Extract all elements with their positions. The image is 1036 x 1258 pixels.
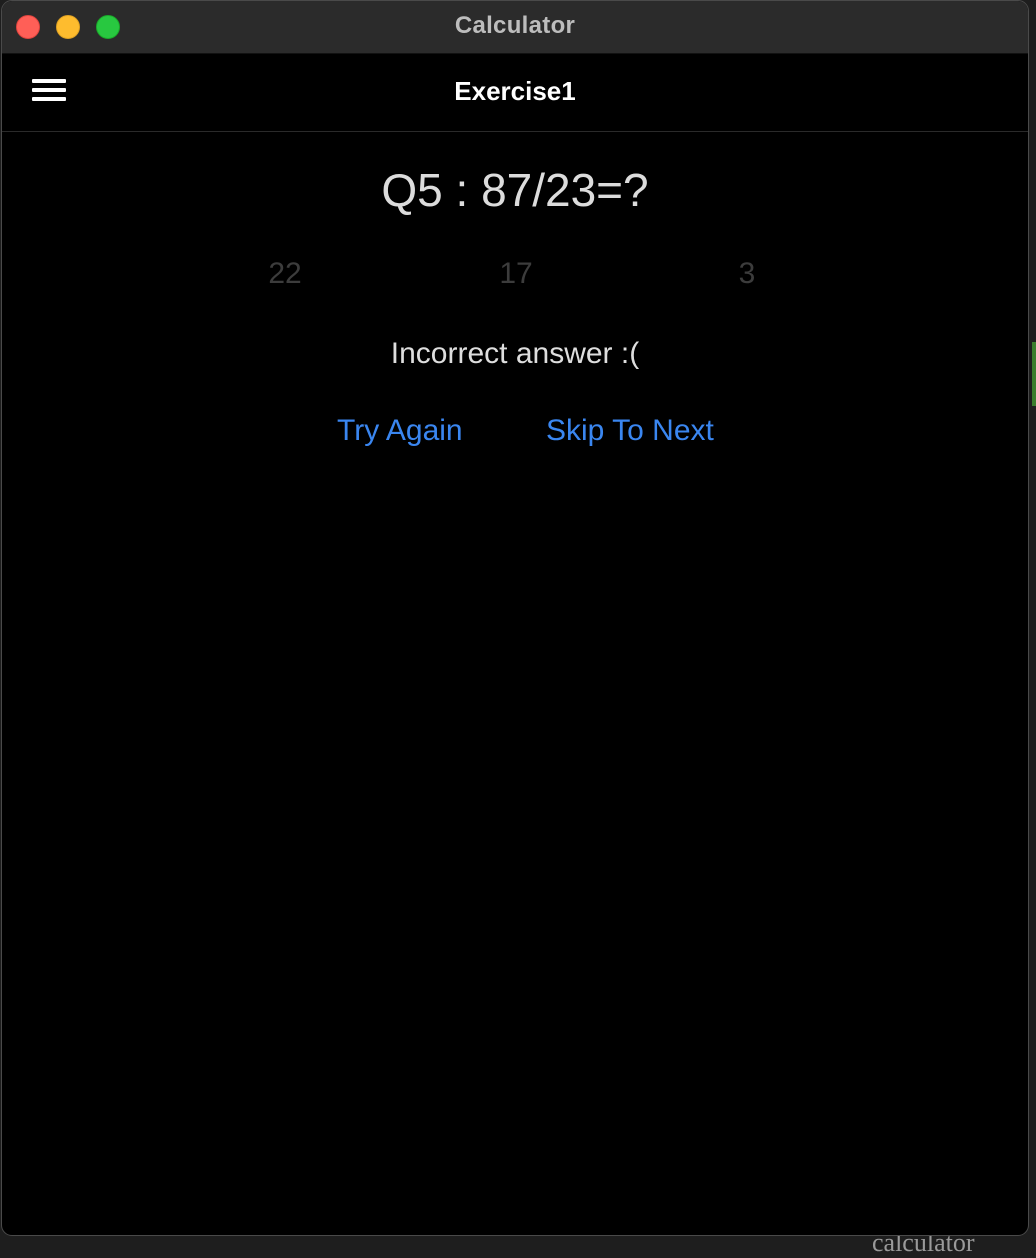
feedback-message: Incorrect answer :( <box>390 337 640 370</box>
navigation-bar: Exercise1 <box>2 54 1028 132</box>
answer-option-2[interactable]: 17 <box>476 257 556 291</box>
answer-option-3[interactable]: 3 <box>707 257 787 291</box>
answer-option-1[interactable]: 22 <box>245 257 325 291</box>
skip-to-next-button[interactable]: Skip To Next <box>546 414 714 448</box>
calculator-window: Calculator Exercise1 Q5 : 87/23=? 22 17 … <box>1 0 1029 1236</box>
window-title: Calculator <box>454 12 576 39</box>
title-bar[interactable]: Calculator <box>2 1 1028 54</box>
question-text: Q5 : 87/23=? <box>381 164 649 216</box>
try-again-button[interactable]: Try Again <box>337 414 463 448</box>
page-title: Exercise1 <box>454 76 576 106</box>
background-window-edge <box>1032 342 1036 406</box>
